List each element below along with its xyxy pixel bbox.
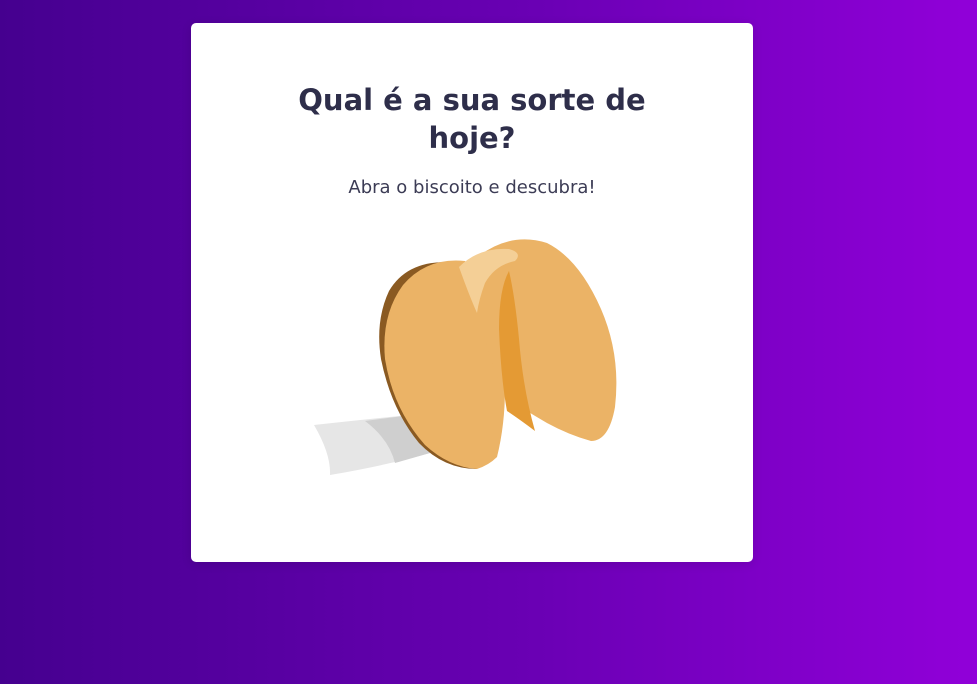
fortune-card: Qual é a sua sorte de hoje? Abra o bisco… (191, 23, 753, 562)
title-line-2: hoje? (428, 121, 516, 155)
page-title: Qual é a sua sorte de hoje? (191, 81, 753, 157)
title-line-1: Qual é a sua sorte de (298, 83, 646, 117)
fortune-cookie-button[interactable] (309, 229, 633, 479)
page-subtitle: Abra o biscoito e descubra! (348, 177, 596, 198)
fortune-cookie-icon (314, 239, 617, 475)
